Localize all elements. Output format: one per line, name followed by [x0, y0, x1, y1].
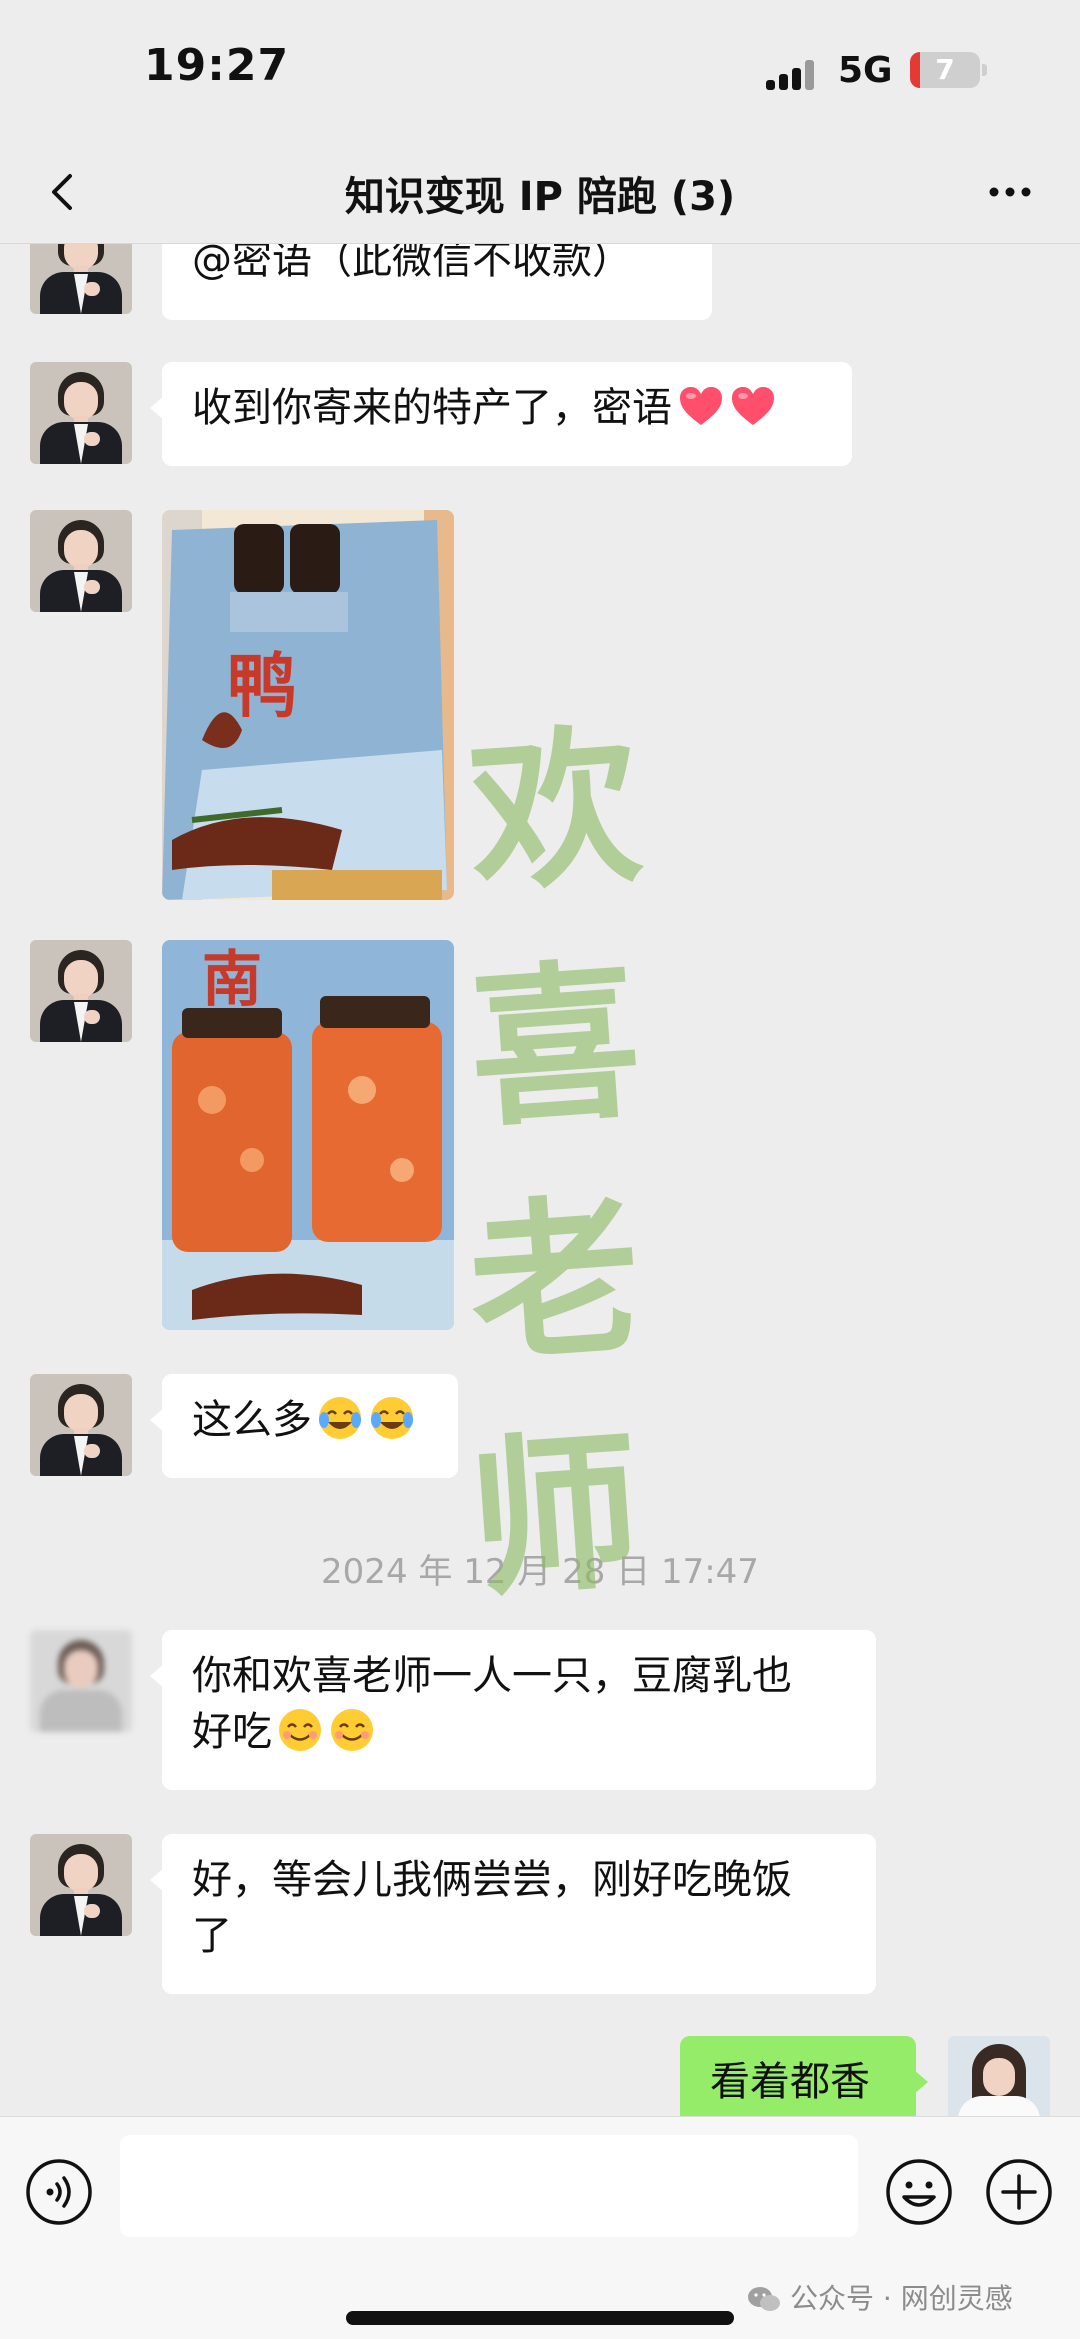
smiling-face-emoji [279, 1709, 321, 1751]
status-bar: 19:27 5G 7 [0, 0, 1080, 140]
message-bubble[interactable]: 收到你寄来的特产了，密语 [150, 362, 852, 466]
status-time: 19:27 [144, 40, 290, 91]
sender-avatar[interactable] [30, 1630, 132, 1732]
message-text: 看着都香 [710, 2059, 870, 2105]
sender-avatar[interactable] [30, 510, 132, 612]
photo-message[interactable]: 南 [162, 940, 454, 1330]
message-bubble[interactable]: 你和欢喜老师一人一只，豆腐乳也 好吃 [150, 1630, 876, 1790]
heart-emoji [680, 387, 722, 425]
message-text: 收到你寄来的特产了，密语 [192, 385, 672, 431]
chat-title: 知识变现 IP 陪跑 (3) [344, 174, 736, 220]
message-text: 这么多 [192, 1397, 312, 1443]
message-input[interactable] [120, 2135, 858, 2237]
more-icon[interactable] [980, 162, 1040, 222]
tears-of-joy-emoji [371, 1397, 413, 1439]
wechat-icon [748, 2287, 780, 2311]
battery-tip [982, 64, 987, 76]
chat-header: 知识变现 IP 陪跑 (3) [0, 140, 1080, 244]
message-text: @密语（此微信不收款） [192, 244, 632, 283]
voice-icon[interactable] [24, 2157, 94, 2227]
message-text: 你和欢喜老师一人一只，豆腐乳也 [192, 1653, 792, 1699]
my-avatar[interactable] [948, 2036, 1050, 2116]
sender-avatar[interactable] [30, 244, 132, 314]
svg-text:鸭: 鸭 [227, 644, 297, 727]
heart-emoji [732, 387, 774, 425]
my-message-bubble[interactable]: 看着都香 [680, 2036, 928, 2116]
tears-of-joy-emoji [319, 1397, 361, 1439]
input-bar: 公众号 · 网创灵感 [0, 2116, 1080, 2339]
sender-avatar[interactable] [30, 1834, 132, 1936]
message-text: 好，等会儿我俩尝尝，刚好吃晚饭 [192, 1857, 792, 1903]
sender-avatar[interactable] [30, 362, 132, 464]
cellular-signal-icon [766, 58, 822, 90]
plus-icon[interactable] [984, 2157, 1054, 2227]
smiling-face-emoji [331, 1709, 373, 1751]
svg-text:南: 南 [202, 945, 262, 1015]
network-type: 5G [838, 50, 893, 91]
home-indicator [346, 2311, 734, 2325]
battery-icon: 7 [910, 52, 980, 88]
sender-avatar[interactable] [30, 1374, 132, 1476]
watermark-text: 欢 喜 老 师 [463, 705, 647, 1622]
message-bubble[interactable]: 好，等会儿我俩尝尝，刚好吃晚饭 了 [150, 1834, 876, 1994]
message-text: 了 [192, 1913, 232, 1959]
battery-level: 7 [935, 53, 955, 86]
sender-avatar[interactable] [30, 940, 132, 1042]
message-timestamp: 2024 年 12 月 28 日 17:47 [321, 1552, 759, 1592]
source-watermark: 公众号 · 网创灵感 [746, 2277, 1013, 2317]
back-icon[interactable] [34, 162, 94, 222]
message-list[interactable]: @密语（此微信不收款） 收到你寄来的特产了，密语 鸭 南 这么多 2024 年 … [0, 244, 1080, 2116]
message-bubble[interactable]: 这么多 [150, 1374, 458, 1478]
emoji-icon[interactable] [884, 2157, 954, 2227]
photo-message[interactable]: 鸭 [162, 510, 454, 900]
message-bubble[interactable]: @密语（此微信不收款） [162, 244, 712, 320]
source-label: 公众号 · 网创灵感 [790, 2282, 1013, 2315]
message-text: 好吃 [192, 1709, 272, 1755]
